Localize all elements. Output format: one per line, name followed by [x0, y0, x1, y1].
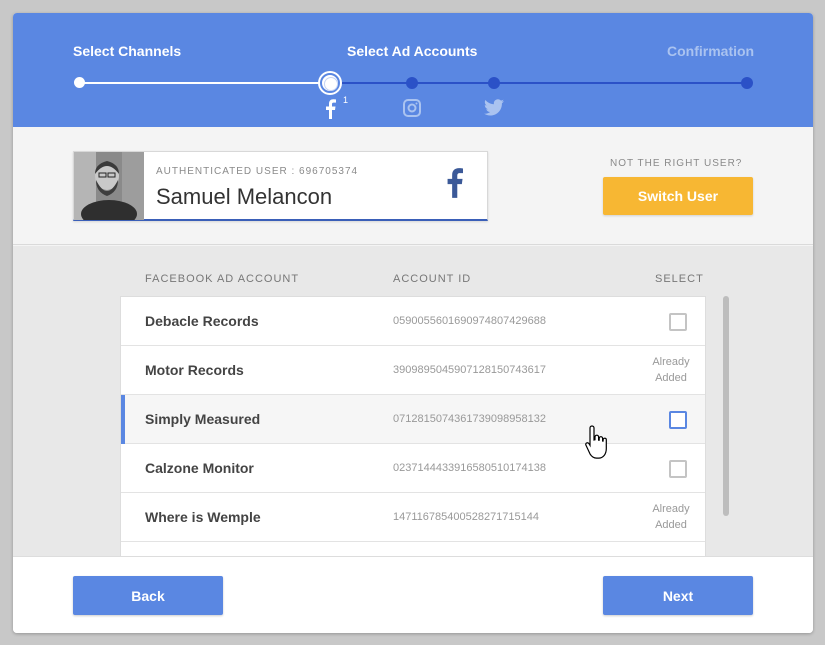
account-id: 059005560169097480742968​8: [393, 315, 546, 327]
progress-track-upcoming: [331, 82, 747, 84]
column-header-id: ACCOUNT ID: [393, 273, 472, 285]
select-checkbox[interactable]: [669, 313, 687, 331]
already-added-label: Already Added: [641, 501, 701, 533]
instagram-icon: [403, 99, 421, 117]
account-name: Motor Records: [145, 362, 244, 378]
account-name: Debacle Records: [145, 313, 259, 329]
accounts-scrollbar[interactable]: [723, 296, 729, 516]
already-added-label: Already Added: [641, 354, 701, 386]
column-header-select: SELECT: [655, 273, 704, 285]
hand-cursor-icon: [585, 425, 607, 459]
step-select-channels[interactable]: Select Channels: [73, 43, 181, 59]
stepper-header: Select Channels Select Ad Accounts Confi…: [13, 13, 813, 127]
step-dot-current: [320, 73, 340, 93]
wizard-footer: Back Next: [13, 556, 813, 633]
table-row[interactable]: [121, 542, 705, 556]
step-dot-select-channels[interactable]: [74, 77, 85, 88]
not-right-user-label: NOT THE RIGHT USER?: [610, 158, 743, 169]
column-header-account: FACEBOOK AD ACCOUNT: [145, 273, 300, 285]
account-id: 0237144433916580510174138: [393, 462, 546, 474]
user-card: AUTHENTICATED USER : 696705374 Samuel Me…: [73, 151, 488, 221]
wizard-card: Select Channels Select Ad Accounts Confi…: [13, 13, 813, 633]
facebook-channel-badge: 1: [343, 95, 349, 105]
already-added-text: Added: [655, 372, 687, 384]
avatar: [74, 152, 144, 220]
select-checkbox[interactable]: [669, 411, 687, 429]
table-row[interactable]: Simply Measured 071281507436173909895813…: [121, 395, 705, 444]
already-added-text: Already: [652, 503, 690, 515]
step-confirmation: Confirmation: [667, 43, 755, 59]
user-name: Samuel Melancon: [156, 184, 333, 209]
account-name: Simply Measured: [145, 411, 261, 427]
account-id: 147116785400528271715144: [393, 511, 540, 523]
channel-dot-twitter: [488, 77, 500, 89]
twitter-icon: [484, 99, 504, 116]
authenticated-user-panel: AUTHENTICATED USER : 696705374 Samuel Me…: [13, 127, 813, 245]
table-row: Where is Wemple 147116785400528271715144…: [121, 493, 705, 542]
ad-accounts-section: FACEBOOK AD ACCOUNT ACCOUNT ID SELECT De…: [13, 246, 813, 556]
account-name: Where is Wemple: [145, 509, 261, 525]
switch-user-button[interactable]: Switch User: [603, 177, 753, 215]
facebook-icon: [326, 99, 336, 119]
table-row[interactable]: Calzone Monitor 023714443391658051017413…: [121, 444, 705, 493]
progress-track-done: [79, 82, 331, 84]
channel-dot-instagram: [406, 77, 418, 89]
facebook-icon: [447, 168, 463, 198]
account-name: Calzone Monitor: [145, 460, 254, 476]
already-added-text: Already: [652, 356, 690, 368]
step-select-ad-accounts: Select Ad Accounts: [347, 43, 478, 59]
step-dot-confirmation: [741, 77, 753, 89]
select-checkbox[interactable]: [669, 460, 687, 478]
table-row[interactable]: Debacle Records 059005560169097480742968…: [121, 297, 705, 346]
accounts-table: Debacle Records 059005560169097480742968…: [120, 296, 706, 556]
next-button[interactable]: Next: [603, 576, 753, 615]
already-added-text: Added: [655, 519, 687, 531]
authenticated-user-label: AUTHENTICATED USER : 696705374: [156, 166, 359, 177]
account-id: 0712815074361739098958132: [393, 413, 546, 425]
back-button[interactable]: Back: [73, 576, 223, 615]
table-row: Motor Records 3909895045907128150743617 …: [121, 346, 705, 395]
account-id: 3909895045907128150743617: [393, 364, 546, 376]
